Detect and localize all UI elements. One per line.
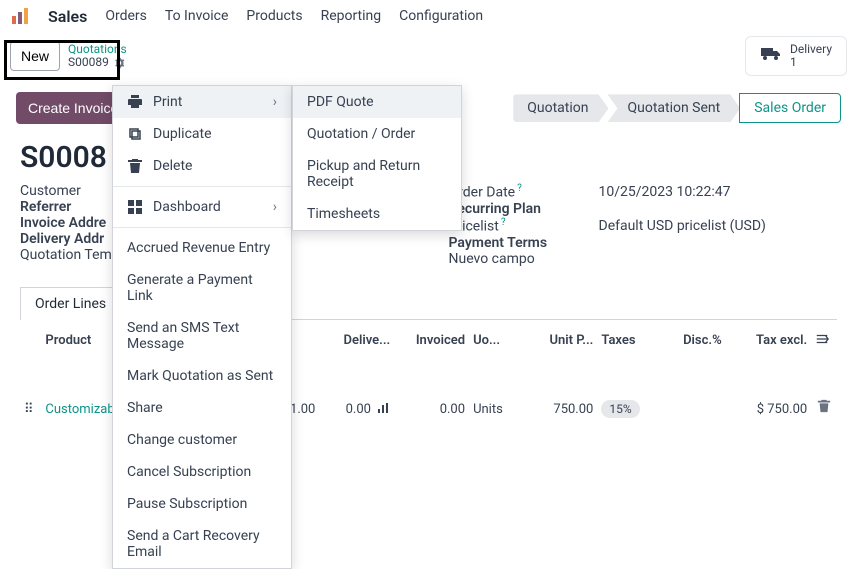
label-order-date: Order Date? [449,183,599,201]
menu-timesheets[interactable]: Timesheets [293,198,461,230]
menu-send-sms[interactable]: Send an SMS Text Message [113,312,291,360]
col-handle [20,326,41,356]
cell-taxes[interactable]: 15% [597,356,661,422]
menu-pickup-return-receipt[interactable]: Pickup and Return Receipt [293,150,461,198]
cell-invoiced[interactable]: 0.00 [394,356,469,422]
stage-bar: Quotation Quotation Sent Sales Order [514,93,841,123]
trash-icon [127,158,143,174]
col-disc[interactable]: Disc.% [662,326,726,356]
stage-sales-order[interactable]: Sales Order [739,93,841,123]
menu-pause-subscription[interactable]: Pause Subscription [113,488,291,520]
menu-delete[interactable]: Delete [113,150,291,182]
print-submenu: PDF Quote Quotation / Order Pickup and R… [292,85,462,231]
col-unit-price[interactable]: Unit P... [523,326,598,356]
cell-unit-price[interactable]: 750.00 [523,356,598,422]
dashboard-icon [127,199,143,215]
cell-disc[interactable] [662,356,726,422]
cell-tax-excl: $ 750.00 [726,356,812,422]
menu-dashboard[interactable]: Dashboard › [113,191,291,223]
duplicate-icon [127,126,143,142]
menu-accrued-revenue[interactable]: Accrued Revenue Entry [113,232,291,264]
menu-mark-quotation-sent[interactable]: Mark Quotation as Sent [113,360,291,392]
label-payment-terms: Payment Terms [449,235,599,251]
label-recurring-plan: Recurring Plan [449,201,599,217]
delivery-smart-button[interactable]: Delivery 1 [745,36,847,76]
trash-icon[interactable] [817,402,831,417]
label-pricelist: Pricelist? [449,217,599,235]
help-icon[interactable]: ? [501,217,506,228]
value-order-date[interactable]: 10/25/2023 10:22:47 [599,184,731,200]
app-brand[interactable]: Sales [48,7,87,26]
actions-dropdown: Print › Duplicate Delete Dashboard › Acc… [112,85,292,569]
truck-icon [760,46,782,66]
menu-cart-recovery-email[interactable]: Send a Cart Recovery Email [113,520,291,568]
app-logo-icon [10,6,30,26]
col-settings-icon[interactable] [811,326,837,356]
col-invoiced[interactable]: Invoiced [394,326,469,356]
menu-print[interactable]: Print › [113,86,291,118]
chart-icon[interactable] [378,402,390,417]
printer-icon [127,94,143,110]
chevron-right-icon: › [273,94,277,110]
tax-chip[interactable]: 15% [601,400,639,418]
drag-handle-icon[interactable]: ⠿ [20,356,41,422]
col-delivered[interactable]: Delive... [319,326,394,356]
nav-products[interactable]: Products [246,8,302,24]
chevron-right-icon: › [273,199,277,215]
menu-quotation-order[interactable]: Quotation / Order [293,118,461,150]
stage-quotation[interactable]: Quotation [513,94,608,122]
top-nav: Sales Orders To Invoice Products Reporti… [0,0,857,32]
nav-reporting[interactable]: Reporting [321,8,382,24]
tab-order-lines[interactable]: Order Lines [20,287,121,320]
nav-to-invoice[interactable]: To Invoice [165,8,229,24]
breadcrumb-row: New Quotations S00089 Delivery 1 [0,32,857,86]
value-pricelist[interactable]: Default USD pricelist (USD) [599,218,766,234]
cell-uom[interactable]: Units [469,356,522,422]
help-icon[interactable]: ? [517,183,522,194]
nav-orders[interactable]: Orders [105,8,147,24]
menu-share[interactable]: Share [113,392,291,424]
col-tax-excl[interactable]: Tax excl. [726,326,812,356]
menu-cancel-subscription[interactable]: Cancel Subscription [113,456,291,488]
col-uom[interactable]: Uo... [469,326,522,356]
cell-delivered[interactable]: 0.00 [319,356,394,422]
col-taxes[interactable]: Taxes [597,326,661,356]
delivery-count: 1 [790,56,832,69]
menu-change-customer[interactable]: Change customer [113,424,291,456]
menu-generate-payment-link[interactable]: Generate a Payment Link [113,264,291,312]
menu-duplicate[interactable]: Duplicate [113,118,291,150]
nav-configuration[interactable]: Configuration [399,8,483,24]
new-button[interactable]: New [10,41,60,71]
stage-quotation-sent[interactable]: Quotation Sent [607,94,740,122]
breadcrumb-current: S00089 [68,56,109,69]
menu-pdf-quote[interactable]: PDF Quote [293,86,461,118]
label-nuevo-campo: Nuevo campo [449,251,599,267]
gear-icon[interactable] [113,57,125,69]
